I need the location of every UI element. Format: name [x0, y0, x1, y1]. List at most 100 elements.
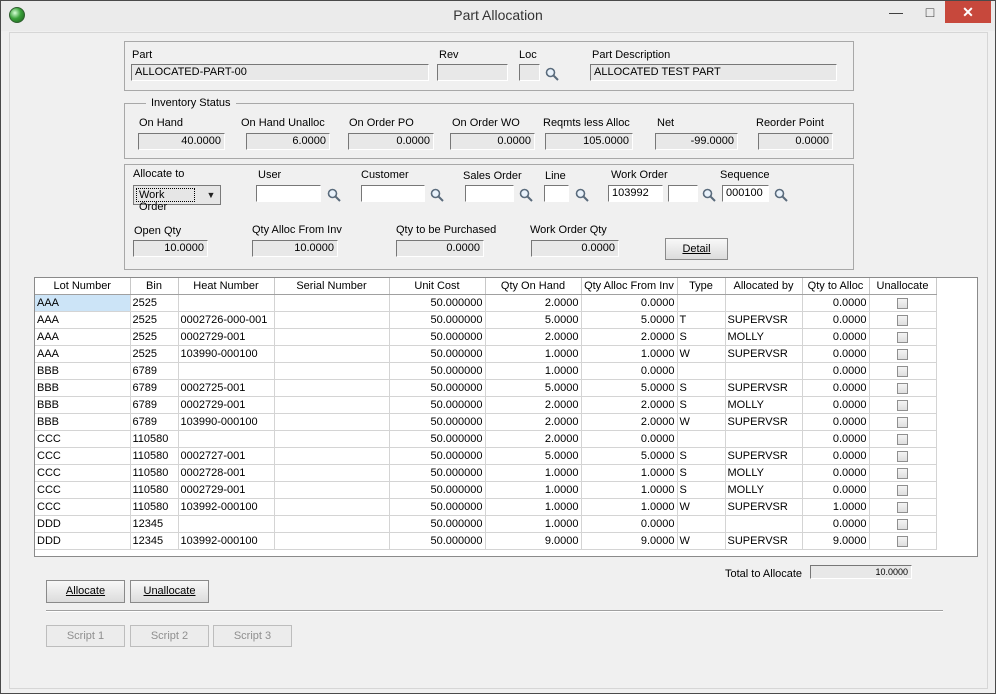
qty-alloc-from-inv-cell[interactable]: 1.0000	[581, 481, 678, 499]
col-unallocate[interactable]: Unallocate	[869, 278, 937, 295]
lot-number-cell[interactable]: AAA	[35, 294, 131, 312]
col-qty-to-alloc[interactable]: Qty to Alloc	[802, 278, 870, 295]
work-order-search-icon[interactable]	[702, 188, 716, 202]
type-cell[interactable]: W	[677, 413, 726, 431]
col-type[interactable]: Type	[677, 278, 726, 295]
unallocate-checkbox[interactable]	[897, 297, 908, 309]
serial-number-cell[interactable]	[274, 447, 390, 465]
serial-number-cell[interactable]	[274, 328, 390, 346]
qty-on-hand-cell[interactable]: 2.0000	[485, 413, 582, 431]
heat-number-cell[interactable]: 103990-000100	[178, 413, 275, 431]
type-cell[interactable]	[677, 430, 726, 448]
qty-alloc-from-inv-cell[interactable]: 1.0000	[581, 498, 678, 516]
table-row[interactable]: CCC 110580 0002728-001 50.000000 1.0000 1.000…	[35, 464, 937, 482]
allocated-by-cell[interactable]: SUPERVSR	[725, 311, 803, 329]
qty-to-alloc-cell[interactable]: 0.0000	[802, 311, 870, 329]
allocated-by-cell[interactable]: SUPERVSR	[725, 413, 803, 431]
unit-cost-cell[interactable]: 50.000000	[389, 362, 486, 380]
qty-on-hand-cell[interactable]: 5.0000	[485, 379, 582, 397]
lot-number-cell[interactable]: CCC	[35, 447, 131, 465]
bin-cell[interactable]: 2525	[130, 294, 179, 312]
table-row[interactable]: CCC 110580 0002729-001 50.000000 1.0000 1.000…	[35, 481, 937, 499]
type-cell[interactable]: S	[677, 396, 726, 414]
col-heat-number[interactable]: Heat Number	[178, 278, 275, 295]
maximize-button[interactable]: □	[915, 1, 945, 23]
serial-number-cell[interactable]	[274, 498, 390, 516]
sequence-search-icon[interactable]	[774, 188, 788, 202]
bin-cell[interactable]: 110580	[130, 464, 179, 482]
user-search-icon[interactable]	[327, 188, 341, 202]
title-bar[interactable]: Part Allocation — □ ✕	[1, 1, 995, 31]
script-2-button[interactable]: Script 2	[130, 625, 209, 647]
type-cell[interactable]: T	[677, 311, 726, 329]
serial-number-cell[interactable]	[274, 430, 390, 448]
bin-cell[interactable]: 2525	[130, 328, 179, 346]
bin-cell[interactable]: 6789	[130, 396, 179, 414]
bin-cell[interactable]: 110580	[130, 481, 179, 499]
unit-cost-cell[interactable]: 50.000000	[389, 345, 486, 363]
heat-number-cell[interactable]: 0002729-001	[178, 328, 275, 346]
heat-number-cell[interactable]: 103992-000100	[178, 532, 275, 550]
lot-number-cell[interactable]: CCC	[35, 498, 131, 516]
qty-on-hand-cell[interactable]: 1.0000	[485, 515, 582, 533]
allocated-by-cell[interactable]: SUPERVSR	[725, 447, 803, 465]
bin-cell[interactable]: 6789	[130, 379, 179, 397]
heat-number-cell[interactable]: 0002729-001	[178, 396, 275, 414]
unit-cost-cell[interactable]: 50.000000	[389, 396, 486, 414]
script-3-button[interactable]: Script 3	[213, 625, 292, 647]
line-field[interactable]	[544, 185, 569, 202]
qty-alloc-from-inv-cell[interactable]: 0.0000	[581, 294, 678, 312]
bin-cell[interactable]: 110580	[130, 447, 179, 465]
bin-cell[interactable]: 110580	[130, 498, 179, 516]
bin-cell[interactable]: 12345	[130, 532, 179, 550]
unit-cost-cell[interactable]: 50.000000	[389, 481, 486, 499]
unit-cost-cell[interactable]: 50.000000	[389, 294, 486, 312]
table-row[interactable]: CCC 110580 103992-000100 50.000000 1.0000 1.0…	[35, 498, 937, 516]
unallocate-checkbox[interactable]	[897, 484, 908, 496]
table-row[interactable]: CCC 110580 0002727-001 50.000000 5.0000 5.000…	[35, 447, 937, 465]
minimize-button[interactable]: —	[881, 1, 911, 23]
qty-to-alloc-cell[interactable]: 0.0000	[802, 345, 870, 363]
allocate-button[interactable]: Allocate	[46, 580, 125, 603]
unallocate-checkbox[interactable]	[897, 365, 908, 377]
lot-number-cell[interactable]: BBB	[35, 362, 131, 380]
part-field[interactable]: ALLOCATED-PART-00	[131, 64, 429, 81]
allocated-by-cell[interactable]: MOLLY	[725, 396, 803, 414]
allocated-by-cell[interactable]	[725, 294, 803, 312]
close-button[interactable]: ✕	[945, 1, 991, 23]
lot-number-cell[interactable]: CCC	[35, 430, 131, 448]
qty-to-alloc-cell[interactable]: 1.0000	[802, 498, 870, 516]
bin-cell[interactable]: 110580	[130, 430, 179, 448]
lot-number-cell[interactable]: DDD	[35, 515, 131, 533]
type-cell[interactable]	[677, 362, 726, 380]
heat-number-cell[interactable]: 0002726-000-001	[178, 311, 275, 329]
heat-number-cell[interactable]	[178, 430, 275, 448]
type-cell[interactable]: S	[677, 328, 726, 346]
qty-to-alloc-cell[interactable]: 0.0000	[802, 379, 870, 397]
heat-number-cell[interactable]	[178, 362, 275, 380]
allocated-by-cell[interactable]: SUPERVSR	[725, 379, 803, 397]
allocated-by-cell[interactable]: MOLLY	[725, 464, 803, 482]
qty-to-alloc-cell[interactable]: 9.0000	[802, 532, 870, 550]
type-cell[interactable]	[677, 515, 726, 533]
allocated-by-cell[interactable]: SUPERVSR	[725, 345, 803, 363]
serial-number-cell[interactable]	[274, 345, 390, 363]
col-lot-number[interactable]: Lot Number	[35, 278, 131, 295]
type-cell[interactable]	[677, 294, 726, 312]
allocated-by-cell[interactable]	[725, 430, 803, 448]
heat-number-cell[interactable]	[178, 515, 275, 533]
heat-number-cell[interactable]: 0002728-001	[178, 464, 275, 482]
table-row[interactable]: BBB 6789 50.000000 1.0000 0.0000 0.0000	[35, 362, 937, 380]
col-qty-alloc-from-inv[interactable]: Qty Alloc From Inv	[581, 278, 678, 295]
table-row[interactable]: DDD 12345 103992-000100 50.000000 9.0000 9.00…	[35, 532, 937, 550]
lot-number-cell[interactable]: CCC	[35, 481, 131, 499]
serial-number-cell[interactable]	[274, 362, 390, 380]
serial-number-cell[interactable]	[274, 532, 390, 550]
unallocate-button[interactable]: Unallocate	[130, 580, 209, 603]
customer-search-icon[interactable]	[430, 188, 444, 202]
type-cell[interactable]: W	[677, 532, 726, 550]
bin-cell[interactable]: 12345	[130, 515, 179, 533]
serial-number-cell[interactable]	[274, 294, 390, 312]
heat-number-cell[interactable]: 0002727-001	[178, 447, 275, 465]
qty-on-hand-cell[interactable]: 1.0000	[485, 481, 582, 499]
